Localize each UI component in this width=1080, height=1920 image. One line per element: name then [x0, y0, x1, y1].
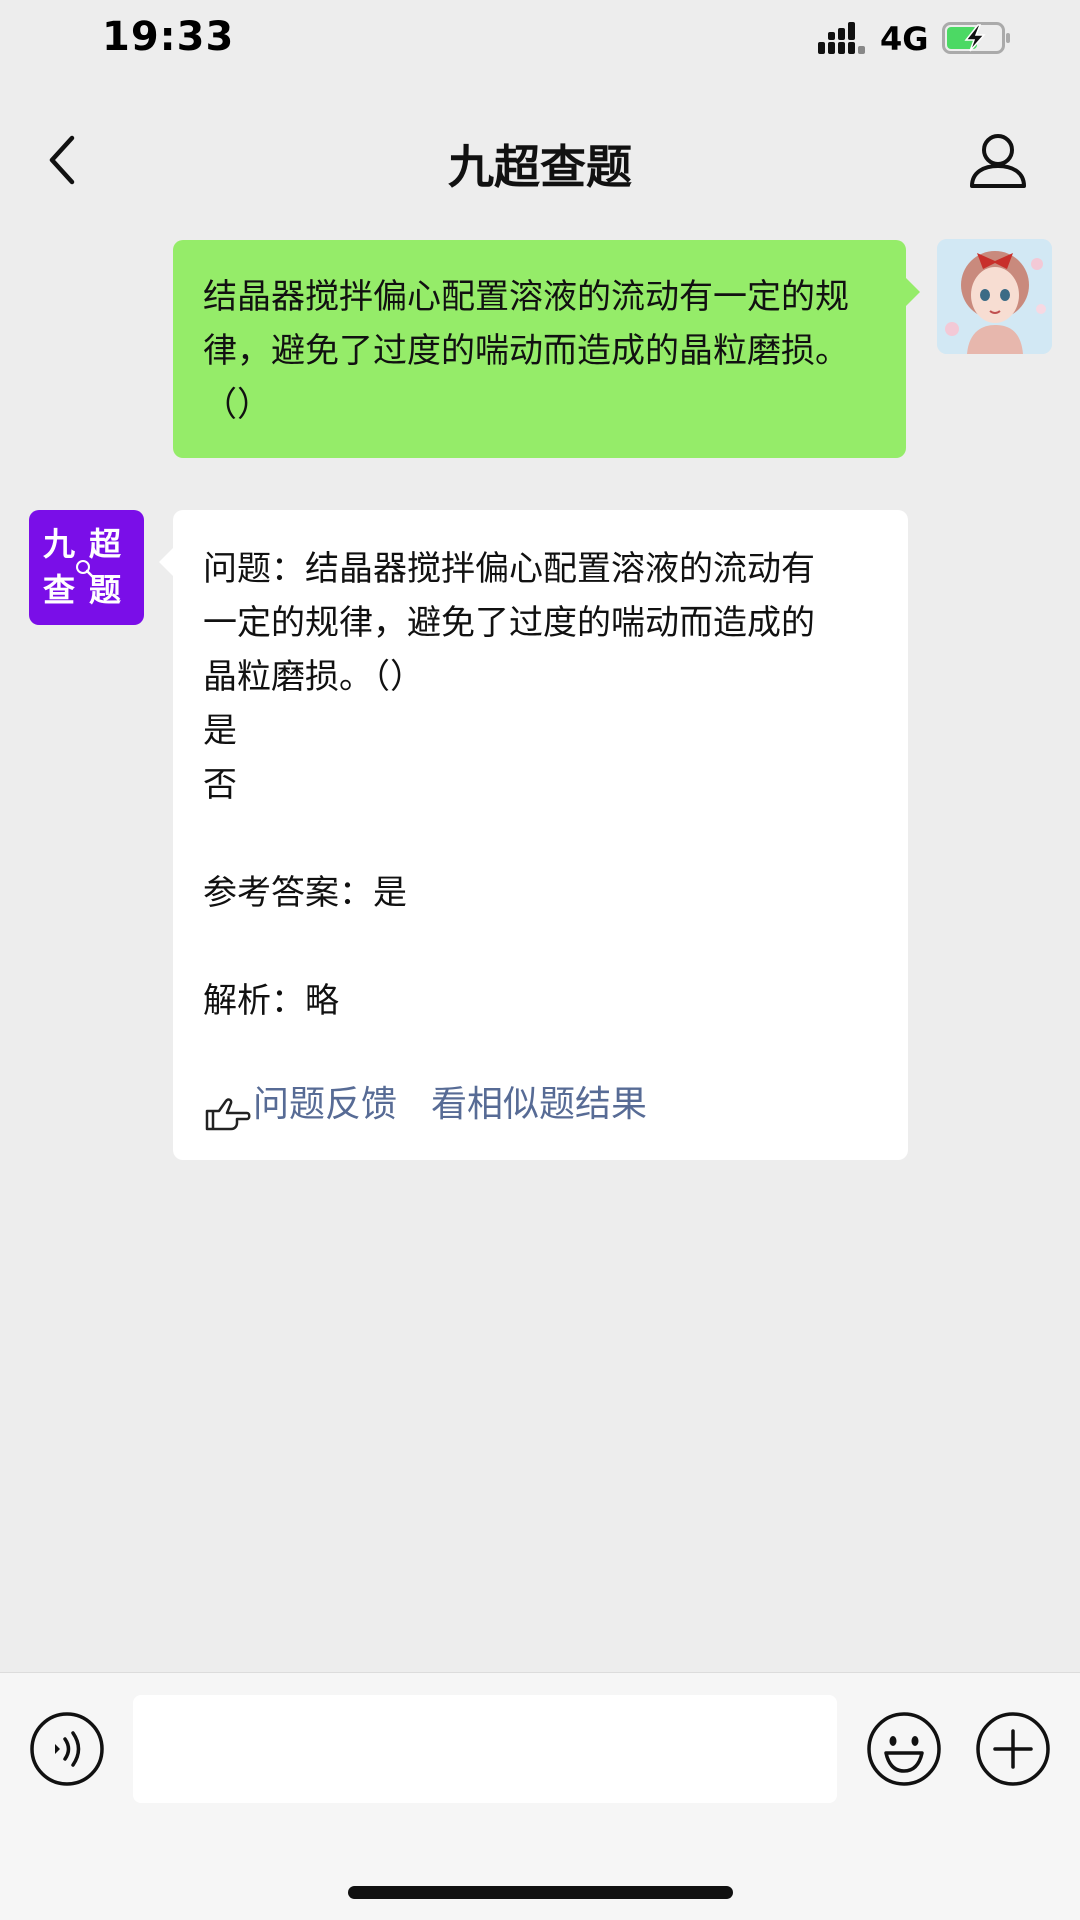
answer-option-no: 否 — [203, 765, 237, 805]
user-avatar[interactable] — [937, 239, 1052, 354]
answer-question-line: 晶粒磨损。（） — [203, 657, 424, 697]
nav-bar: 九超查题 — [0, 95, 1080, 225]
pointing-hand-icon — [205, 1098, 251, 1131]
user-icon[interactable] — [968, 130, 1028, 190]
chat-screen: 19:33 4G 九超查题 结晶器搅拌偏心配置溶液的流动有一定的规律，避免了过度… — [0, 0, 1080, 1920]
battery-charging-icon — [942, 22, 1010, 54]
reference-answer: 参考答案：是 — [203, 873, 407, 913]
home-indicator[interactable] — [348, 1886, 733, 1899]
answer-actions: 问题反馈 看相似题结果 — [203, 1078, 647, 1132]
answer-message-bubble: 问题：结晶器搅拌偏心配置溶液的流动有 一定的规律，避免了过度的喘动而造成的 晶粒… — [159, 510, 908, 1160]
page-title: 九超查题 — [448, 140, 632, 194]
bot-avatar[interactable]: 九 超 查 题 — [29, 510, 144, 625]
answer-option-yes: 是 — [203, 711, 237, 751]
similar-questions-link[interactable]: 看相似题结果 — [431, 1078, 647, 1132]
emoji-icon[interactable] — [866, 1711, 942, 1787]
network-type: 4G — [880, 20, 929, 58]
bot-avatar-char: 查 — [43, 571, 76, 609]
plus-icon[interactable] — [975, 1711, 1051, 1787]
bot-avatar-char: 九 — [43, 525, 76, 563]
message-input[interactable] — [133, 1695, 837, 1803]
answer-question-line: 一定的规律，避免了过度的喘动而造成的 — [203, 603, 815, 643]
status-bar: 19:33 4G — [0, 0, 1080, 80]
user-avatar-image — [937, 239, 1052, 354]
bot-avatar-char: 超 — [89, 525, 122, 563]
status-time: 19:33 — [102, 14, 235, 60]
signal-icon — [818, 22, 865, 54]
feedback-link[interactable]: 问题反馈 — [253, 1078, 397, 1132]
question-message-bubble: 结晶器搅拌偏心配置溶液的流动有一定的规律，避免了过度的喘动而造成的晶粒磨损。（） — [173, 240, 920, 458]
answer-question-line: 问题：结晶器搅拌偏心配置溶液的流动有 — [203, 549, 815, 589]
voice-icon[interactable] — [29, 1711, 105, 1787]
input-bar — [0, 1672, 1080, 1920]
analysis-text: 解析：略 — [203, 981, 339, 1021]
question-message-text: 结晶器搅拌偏心配置溶液的流动有一定的规律，避免了过度的喘动而造成的晶粒磨损。（） — [203, 277, 849, 425]
magnifier-icon — [76, 560, 95, 579]
